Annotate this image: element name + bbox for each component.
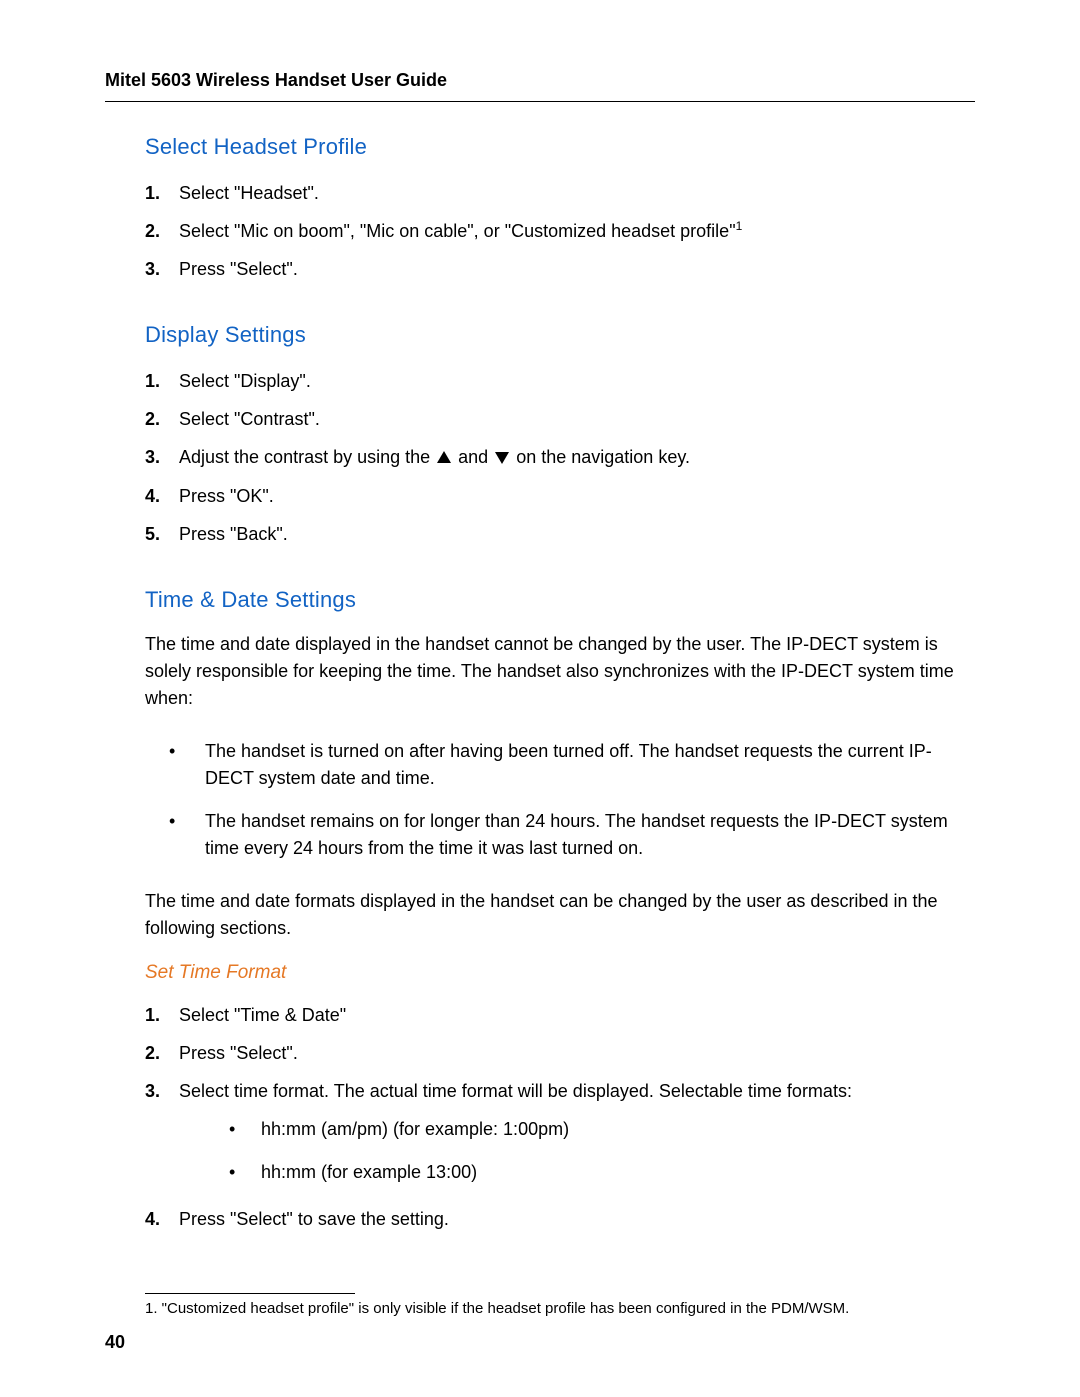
step-text-part: on the navigation key. bbox=[511, 447, 690, 467]
page-content: Select Headset Profile Select "Headset".… bbox=[145, 134, 975, 1238]
list-time-format-steps: Select "Time & Date" Press "Select". Sel… bbox=[145, 996, 975, 1238]
heading-time-date-settings: Time & Date Settings bbox=[145, 587, 975, 613]
step-text: Select time format. The actual time form… bbox=[179, 1081, 852, 1101]
list-item: Select "Contrast". bbox=[145, 400, 975, 438]
list-headset-steps: Select "Headset". Select "Mic on boom", … bbox=[145, 174, 975, 288]
triangle-down-icon bbox=[495, 452, 509, 464]
footnote-text: 1. "Customized headset profile" is only … bbox=[145, 1300, 975, 1317]
list-item: Select "Display". bbox=[145, 362, 975, 400]
footnote-rule bbox=[145, 1293, 355, 1294]
triangle-up-icon bbox=[437, 451, 451, 463]
list-item: Adjust the contrast by using the and on … bbox=[145, 438, 975, 476]
list-item: The handset remains on for longer than 2… bbox=[145, 800, 975, 870]
list-item: hh:mm (for example 13:00) bbox=[189, 1151, 975, 1194]
list-item: Press "Select". bbox=[145, 250, 975, 288]
header-rule bbox=[105, 101, 975, 102]
list-sync-conditions: The handset is turned on after having be… bbox=[145, 730, 975, 870]
paragraph: The time and date formats displayed in t… bbox=[145, 888, 975, 942]
step-text-part: Adjust the contrast by using the bbox=[179, 447, 435, 467]
list-item: Select "Time & Date" bbox=[145, 996, 975, 1034]
page-number: 40 bbox=[105, 1332, 125, 1353]
list-item: Press "Select" to save the setting. bbox=[145, 1200, 975, 1238]
document-page: Mitel 5603 Wireless Handset User Guide S… bbox=[0, 0, 1080, 1397]
list-item: Select "Headset". bbox=[145, 174, 975, 212]
heading-display-settings: Display Settings bbox=[145, 322, 975, 348]
footnote-area: 1. "Customized headset profile" is only … bbox=[145, 1293, 975, 1317]
list-item: Press "Select". bbox=[145, 1034, 975, 1072]
running-header: Mitel 5603 Wireless Handset User Guide bbox=[105, 70, 975, 91]
paragraph: The time and date displayed in the hands… bbox=[145, 631, 975, 712]
footnote-ref: 1 bbox=[736, 219, 743, 233]
list-item: Select time format. The actual time form… bbox=[145, 1072, 975, 1200]
list-item: Select "Mic on boom", "Mic on cable", or… bbox=[145, 212, 975, 250]
heading-select-headset-profile: Select Headset Profile bbox=[145, 134, 975, 160]
step-text: Select "Mic on boom", "Mic on cable", or… bbox=[179, 221, 736, 241]
list-item: Press "OK". bbox=[145, 477, 975, 515]
list-item: Press "Back". bbox=[145, 515, 975, 553]
list-item: hh:mm (am/pm) (for example: 1:00pm) bbox=[189, 1108, 975, 1151]
list-item: The handset is turned on after having be… bbox=[145, 730, 975, 800]
subheading-set-time-format: Set Time Format bbox=[145, 962, 975, 984]
list-display-steps: Select "Display". Select "Contrast". Adj… bbox=[145, 362, 975, 552]
step-text-part: and bbox=[453, 447, 493, 467]
list-time-formats: hh:mm (am/pm) (for example: 1:00pm) hh:m… bbox=[189, 1108, 975, 1194]
